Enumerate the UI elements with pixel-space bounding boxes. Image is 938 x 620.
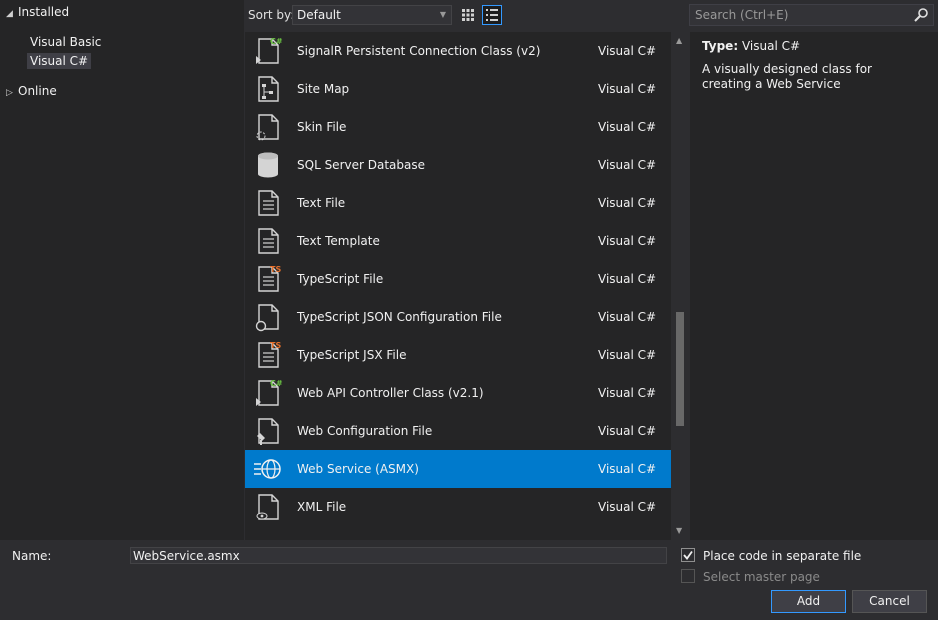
sort-dropdown[interactable]: Default ▼ [292,5,452,25]
scroll-thumb[interactable] [676,312,684,426]
template-language: Visual C# [598,158,657,172]
template-info-panel [690,32,938,540]
template-name: Web Configuration File [297,424,433,438]
template-name: TypeScript JSON Configuration File [297,310,502,324]
list-view-button[interactable] [482,5,502,25]
add-button[interactable]: Add [771,590,846,613]
search-icon [913,8,929,28]
typescript-file-icon: TS [253,264,283,294]
chevron-down-icon: ▼ [439,10,446,19]
template-language: Visual C# [598,500,657,514]
template-row[interactable]: C# SignalR Persistent Connection Class (v… [245,32,671,70]
template-name: TypeScript File [297,272,384,286]
template-language: Visual C# [598,310,657,324]
place-code-checkbox[interactable] [681,548,695,562]
template-language: Visual C# [598,120,657,134]
template-row[interactable]: Text File Visual C# [245,184,671,222]
template-row[interactable]: Skin File Visual C# [245,108,671,146]
text-file-icon [253,188,283,218]
svg-text:C#: C# [270,37,283,46]
sort-value: Default [297,8,341,22]
tree-node-online[interactable]: ▷ Online [6,82,57,101]
scroll-down-icon[interactable]: ▼ [676,526,682,535]
template-description: A visually designed class for creating a… [702,62,872,91]
template-name: XML File [297,500,347,514]
template-row[interactable]: Text Template Visual C# [245,222,671,260]
template-name: Site Map [297,82,350,96]
xml-file-icon [253,492,283,522]
master-page-label: Select master page [703,570,820,584]
tree-node-visual-basic[interactable]: Visual Basic [30,33,101,52]
template-name: Skin File [297,120,347,134]
svg-text:TS: TS [270,265,281,274]
type-value: Visual C# [741,39,801,53]
template-name: SignalR Persistent Connection Class (v2) [297,44,541,58]
template-language: Visual C# [598,424,657,438]
list-scrollbar[interactable] [673,32,686,540]
template-list: C# SignalR Persistent Connection Class (v… [245,32,671,540]
svg-text:TS: TS [270,341,281,350]
list-view-icon [486,9,498,21]
template-name: Text File [297,196,346,210]
cancel-button[interactable]: Cancel [852,590,927,613]
template-language: Visual C# [598,196,657,210]
name-input[interactable] [130,547,667,564]
template-row[interactable]: Web Configuration File Visual C# [245,412,671,450]
template-name: Text Template [297,234,380,248]
template-name: Web Service (ASMX) [297,462,419,476]
master-page-checkbox[interactable] [681,569,695,583]
template-language: Visual C# [598,348,657,362]
collapsed-arrow-icon: ▷ [6,88,13,98]
template-language: Visual C# [598,462,657,476]
name-label: Name: [12,549,52,563]
json-config-file-icon [253,302,283,332]
skin-file-icon [253,112,283,142]
tree-node-visual-csharp[interactable]: Visual C# [27,52,92,71]
place-code-label[interactable]: Place code in separate file [703,549,861,563]
template-name: SQL Server Database [297,158,425,172]
web-config-file-icon [253,416,283,446]
template-language: Visual C# [598,272,657,286]
grid-view-icon [462,9,474,21]
csharp-file-icon: C# [253,378,283,408]
template-row[interactable]: TypeScript JSON Configuration File Visual… [245,298,671,336]
search-placeholder: Search (Ctrl+E) [695,8,789,22]
web-service-icon [253,454,283,484]
template-row[interactable]: TS TypeScript JSX File Visual C# [245,336,671,374]
template-row[interactable]: XML File Visual C# [245,488,671,526]
checkmark-icon [683,550,693,560]
svg-text:C#: C# [270,379,283,388]
template-row[interactable]: Web Service (ASMX) Visual C# [245,450,671,488]
template-row[interactable]: SQL Server Database Visual C# [245,146,671,184]
template-name: Web API Controller Class (v2.1) [297,386,484,400]
template-name: TypeScript JSX File [297,348,407,362]
template-language: Visual C# [598,82,657,96]
template-row[interactable]: Site Map Visual C# [245,70,671,108]
typescript-jsx-file-icon: TS [253,340,283,370]
text-template-icon [253,226,283,256]
template-row[interactable]: TS TypeScript File Visual C# [245,260,671,298]
template-language: Visual C# [598,234,657,248]
search-input[interactable]: Search (Ctrl+E) [689,4,934,26]
sort-label: Sort by: [248,8,295,22]
type-label: Type: [702,39,739,53]
tree-node-installed[interactable]: ◢ Installed [6,3,69,22]
template-row[interactable]: C# Web API Controller Class (v2.1) Visual … [245,374,671,412]
expanded-arrow-icon: ◢ [6,9,13,19]
template-category-tree: ◢ Installed Visual Basic Visual C# ▷ Onlin… [0,0,244,540]
sitemap-file-icon [253,74,283,104]
template-type: Type: Visual C# [702,39,800,53]
database-icon [253,150,283,180]
template-language: Visual C# [598,386,657,400]
csharp-file-icon: C# [253,36,283,66]
medium-icons-view-button[interactable] [458,5,478,25]
template-language: Visual C# [598,44,657,58]
scroll-up-icon[interactable]: ▲ [676,36,682,45]
